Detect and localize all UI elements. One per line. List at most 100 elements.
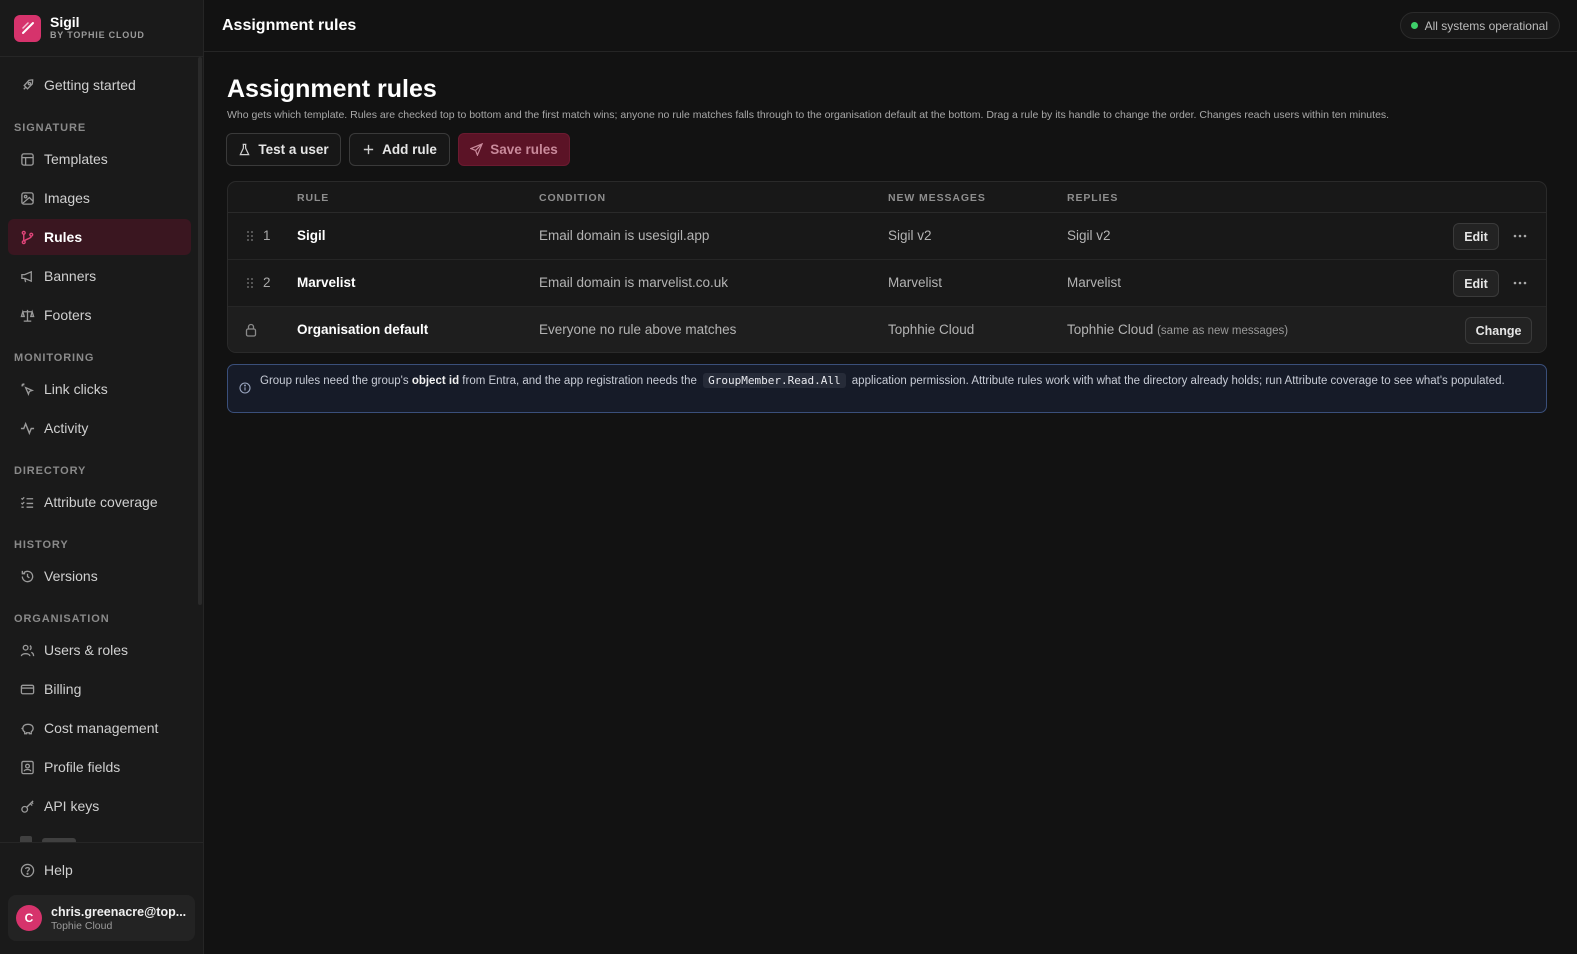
sidebar-item-label: Banners — [44, 268, 97, 284]
edit-button[interactable]: Edit — [1453, 223, 1499, 250]
sidebar-item-users-roles[interactable]: Users & roles — [8, 632, 191, 668]
piggy-bank-icon — [21, 723, 34, 734]
section-label-history: HISTORY — [14, 539, 69, 551]
sidebar-item-footers[interactable]: Footers — [8, 297, 191, 333]
sidebar-overflow-item — [20, 834, 190, 842]
divider — [0, 56, 203, 57]
rule-new-messages: Marvelist — [888, 275, 943, 290]
sidebar-item-link-clicks[interactable]: Link clicks — [8, 371, 191, 407]
sidebar-item-rules[interactable]: Rules — [8, 219, 191, 255]
sidebar-item-label: API keys — [44, 798, 100, 814]
rule-replies: Tophhie Cloud (same as new messages) — [1067, 322, 1288, 337]
info-icon — [239, 382, 251, 394]
sidebar-item-label: Rules — [44, 229, 83, 245]
table-row: 2 Marvelist Email domain is marvelist.co… — [228, 260, 1546, 307]
lock-icon — [245, 323, 257, 337]
button-label: Save rules — [490, 142, 558, 157]
rule-condition: Email domain is usesigil.app — [539, 228, 710, 243]
sidebar-item-label: Link clicks — [44, 381, 108, 397]
user-org: Tophie Cloud — [51, 919, 113, 932]
megaphone-icon — [21, 270, 32, 282]
rule-name: Organisation default — [297, 322, 429, 337]
section-label-signature: SIGNATURE — [14, 122, 87, 134]
user-email: chris.greenacre@top... — [51, 904, 187, 919]
sidebar-item-billing[interactable]: Billing — [8, 671, 191, 707]
sidebar-item-images[interactable]: Images — [8, 180, 191, 216]
brand[interactable]: Sigil BY TOPHIE CLOUD — [14, 13, 145, 43]
sidebar-item-versions[interactable]: Versions — [8, 558, 191, 594]
sidebar-scrollbar[interactable] — [198, 57, 202, 605]
change-button[interactable]: Change — [1465, 317, 1532, 344]
section-label-directory: DIRECTORY — [14, 465, 87, 477]
sidebar-item-cost-management[interactable]: Cost management — [8, 710, 191, 746]
table-row-default: Organisation default Everyone no rule ab… — [228, 307, 1546, 352]
edit-button[interactable]: Edit — [1453, 270, 1499, 297]
sidebar-item-api-keys[interactable]: API keys — [8, 788, 191, 824]
sidebar-item-banners[interactable]: Banners — [8, 258, 191, 294]
sidebar-item-label: Versions — [44, 568, 98, 584]
status-dot-icon — [1410, 22, 1418, 29]
pointer-click-icon — [21, 382, 35, 396]
topbar: Assignment rules All systems operational — [204, 0, 1577, 52]
help-circle-icon — [20, 863, 35, 877]
sidebar-item-label: Cost management — [44, 720, 159, 736]
rules-table: RULE CONDITION NEW MESSAGES REPLIES 1 Si… — [227, 181, 1547, 353]
drag-handle-icon[interactable] — [245, 230, 255, 242]
column-header-condition: CONDITION — [539, 192, 607, 204]
sidebar-item-getting-started[interactable]: Getting started — [8, 67, 191, 103]
sidebar-item-activity[interactable]: Activity — [8, 410, 191, 446]
rule-order: 2 — [263, 275, 271, 290]
info-bold-text: object id — [411, 375, 460, 387]
page-title: Assignment rules — [227, 75, 437, 103]
more-options-icon[interactable] — [1512, 277, 1528, 289]
status-text: All systems operational — [1424, 18, 1548, 33]
sidebar-item-label: Templates — [44, 151, 108, 167]
status-badge[interactable]: All systems operational — [1399, 12, 1560, 39]
brand-subtitle: BY TOPHIE CLOUD — [50, 30, 145, 40]
sidebar-item-attribute-coverage[interactable]: Attribute coverage — [8, 484, 191, 520]
git-branch-icon — [21, 230, 34, 244]
rule-name: Marvelist — [297, 275, 356, 290]
save-rules-button[interactable]: Save rules — [458, 133, 570, 166]
sidebar-item-label: Attribute coverage — [44, 494, 158, 510]
rule-condition: Everyone no rule above matches — [539, 322, 737, 337]
table-row: 1 Sigil Email domain is usesigil.app Sig… — [228, 213, 1546, 260]
sidebar-item-profile-fields[interactable]: Profile fields — [8, 749, 191, 785]
rule-replies: Marvelist — [1067, 275, 1122, 290]
more-options-icon[interactable] — [1512, 230, 1528, 242]
avatar: C — [16, 905, 42, 931]
activity-icon — [20, 421, 35, 435]
info-text: from Entra, and the app registration nee… — [462, 375, 697, 387]
credit-card-icon — [20, 684, 35, 694]
key-icon — [21, 799, 34, 813]
drag-handle-icon[interactable] — [245, 277, 255, 289]
rule-order: 1 — [263, 228, 271, 243]
rocket-icon — [23, 78, 34, 90]
info-code: GroupMember.Read.All — [703, 373, 846, 388]
sidebar-item-label: Images — [44, 190, 90, 206]
sidebar-item-templates[interactable]: Templates — [8, 141, 191, 177]
sidebar-item-label: Billing — [44, 681, 82, 697]
users-icon — [20, 644, 35, 656]
column-header-replies: REPLIES — [1067, 192, 1119, 204]
user-menu[interactable]: C chris.greenacre@top... Tophie Cloud — [8, 895, 195, 941]
divider — [0, 842, 203, 843]
page-description: Who gets which template. Rules are check… — [227, 109, 1390, 121]
info-text: Group rules need the group's — [260, 375, 409, 387]
column-header-rule: RULE — [297, 192, 330, 204]
flask-icon — [239, 143, 250, 156]
sidebar-item-label: Users & roles — [44, 642, 129, 658]
topbar-title: Assignment rules — [222, 17, 357, 34]
contact-card-icon — [21, 760, 34, 774]
info-callout: Group rules need the group's object id f… — [227, 364, 1547, 413]
add-rule-button[interactable]: Add rule — [349, 133, 450, 166]
column-header-new-messages: NEW MESSAGES — [888, 192, 986, 204]
image-icon — [21, 191, 34, 205]
sidebar-item-help[interactable]: Help — [8, 852, 191, 888]
rule-replies-value: Tophhie Cloud — [1067, 322, 1154, 337]
test-user-button[interactable]: Test a user — [226, 133, 341, 166]
sigil-logo-icon — [14, 14, 41, 42]
section-label-monitoring: MONITORING — [14, 352, 95, 364]
scale-icon — [20, 308, 35, 322]
send-icon — [470, 143, 484, 156]
